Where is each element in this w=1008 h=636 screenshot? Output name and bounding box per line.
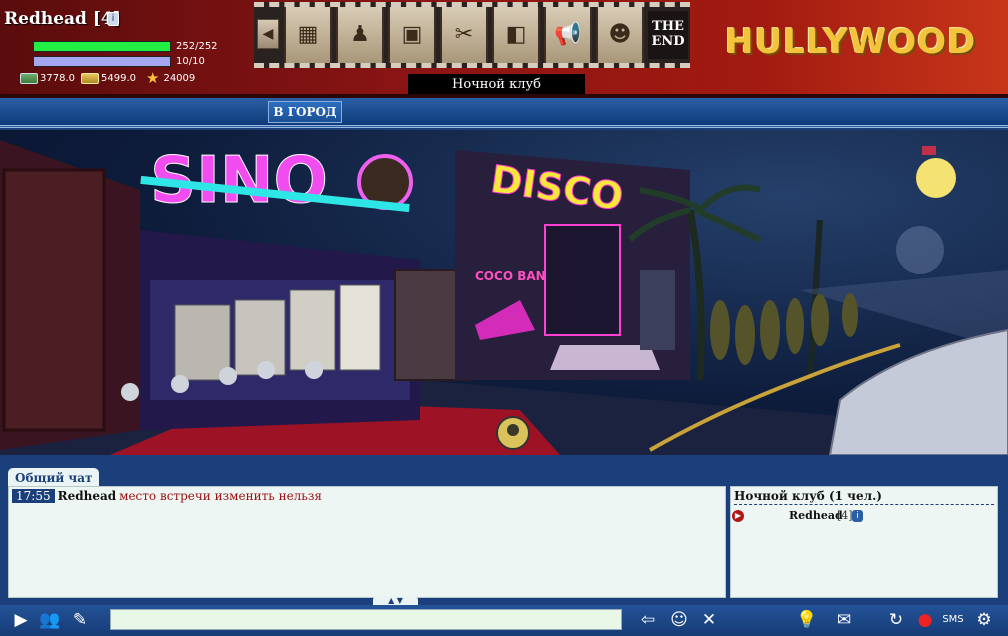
refresh-icon[interactable]: ↻: [884, 608, 908, 632]
menu-back-arrow-icon[interactable]: ◀: [257, 19, 279, 49]
room-user-level: [4]: [837, 509, 853, 522]
bottom-toolbar: ▶ 👥 ✎ ⇦ ☺ ✕ 💡 ✉ ↻ ● SMS ⚙: [0, 605, 1008, 636]
money-icon: [20, 72, 38, 84]
megaphone-icon[interactable]: 📢: [544, 7, 592, 63]
limousine[interactable]: [828, 328, 1008, 455]
record-icon[interactable]: ●: [913, 608, 937, 632]
palm-tree: [686, 209, 705, 381]
casino-door[interactable]: [2, 168, 106, 432]
safe-box-icon[interactable]: ▣: [388, 7, 436, 63]
crate-icon[interactable]: ◧: [492, 7, 540, 63]
smiley-icon[interactable]: ☺: [667, 608, 691, 632]
arcade-machine[interactable]: [174, 304, 231, 381]
rating-value: 24009: [163, 72, 196, 84]
player-name[interactable]: Redhead [4]: [4, 9, 121, 29]
private-message-icon[interactable]: ▶: [732, 510, 744, 522]
clear-icon[interactable]: ✕: [697, 608, 721, 632]
room-users-panel: Ночной клуб (1 чел.) ▶ Redhead [4] i: [730, 486, 998, 598]
arcade-machine[interactable]: [289, 289, 336, 371]
room-user-item[interactable]: ▶ Redhead [4] i: [731, 508, 997, 526]
player-avatar-face: [507, 424, 519, 436]
energy-bar-fill: [34, 57, 170, 66]
current-location: Ночной клуб: [408, 74, 585, 96]
health-bar-fill: [34, 42, 170, 51]
disco-entrance[interactable]: [544, 224, 621, 336]
room-user-name[interactable]: Redhead: [789, 509, 843, 522]
main-menu-filmstrip: ◀ ▦ ♟ ▣ ✂ ◧ 📢 ☻ THE END: [254, 2, 690, 68]
user-info-icon[interactable]: i: [852, 510, 863, 522]
friends-icon[interactable]: 👥: [38, 608, 62, 632]
chat-log[interactable]: 17:55 Redhead место встречи изменить нельз…: [8, 486, 726, 598]
gold-value: 5499.0: [101, 72, 136, 84]
mail-icon[interactable]: ✉: [832, 608, 856, 632]
room-title: Ночной клуб (1 чел.): [734, 489, 994, 505]
chat-message: 17:55 Redhead место встречи изменить нельз…: [12, 489, 722, 503]
player-info-icon[interactable]: i: [107, 12, 119, 26]
message-text: место встречи изменить нельзя: [119, 489, 322, 503]
energy-value: 10/10: [176, 56, 205, 67]
play-icon[interactable]: ▶: [9, 608, 33, 632]
crowd: [710, 293, 858, 365]
bar-stool: [219, 367, 237, 385]
chat-area: Общий чат 17:55 Redhead место встречи изме…: [0, 455, 1008, 606]
chat-input[interactable]: [110, 609, 622, 630]
message-author[interactable]: Redhead: [58, 489, 117, 503]
tab-general-chat[interactable]: Общий чат: [8, 468, 100, 488]
moon: [916, 158, 956, 198]
money-value: 3778.0: [40, 72, 75, 84]
settings-gear-icon[interactable]: ⚙: [972, 608, 996, 632]
currency-row: 3778.0 5499.0 ★ 24009: [20, 69, 201, 87]
energy-bar: [33, 56, 171, 67]
bar-stool: [257, 361, 275, 379]
bar-stool: [121, 383, 139, 401]
hullywood-logo: HULLYWOOD: [725, 22, 977, 62]
health-bar: [33, 41, 171, 52]
the-end-button[interactable]: THE END: [648, 11, 688, 59]
to-city-button[interactable]: В ГОРОД: [268, 101, 342, 123]
sms-button[interactable]: SMS: [941, 608, 965, 632]
bar-stool: [171, 375, 189, 393]
message-time: 17:55: [12, 489, 55, 503]
city-buildings-icon[interactable]: ▦: [284, 7, 332, 63]
spy-character-icon[interactable]: ☻: [596, 7, 644, 63]
notes-icon[interactable]: ✎: [68, 608, 92, 632]
scene-illustration: SINO DISCO COCO BANGO: [0, 140, 1008, 455]
flag: [922, 146, 936, 155]
tools-icon[interactable]: ✂: [440, 7, 488, 63]
send-arrow-icon[interactable]: ⇦: [636, 608, 660, 632]
game-header: Redhead [4] i 252/252 10/10 3778.0 5499.…: [0, 0, 1008, 98]
star-icon: ★: [146, 69, 160, 87]
health-value: 252/252: [176, 41, 218, 52]
gold-icon: [81, 72, 99, 84]
bat-signal: [896, 226, 944, 274]
lightbulb-icon[interactable]: 💡: [795, 608, 819, 632]
navigation-bar: В ГОРОД: [0, 98, 1008, 128]
bar-stool: [305, 361, 323, 379]
bouncer[interactable]: [640, 270, 675, 350]
nightclub-scene: SINO DISCO COCO BANGO: [0, 130, 1008, 455]
arcade-machine[interactable]: [339, 284, 381, 371]
bust-statue-icon[interactable]: ♟: [336, 7, 384, 63]
